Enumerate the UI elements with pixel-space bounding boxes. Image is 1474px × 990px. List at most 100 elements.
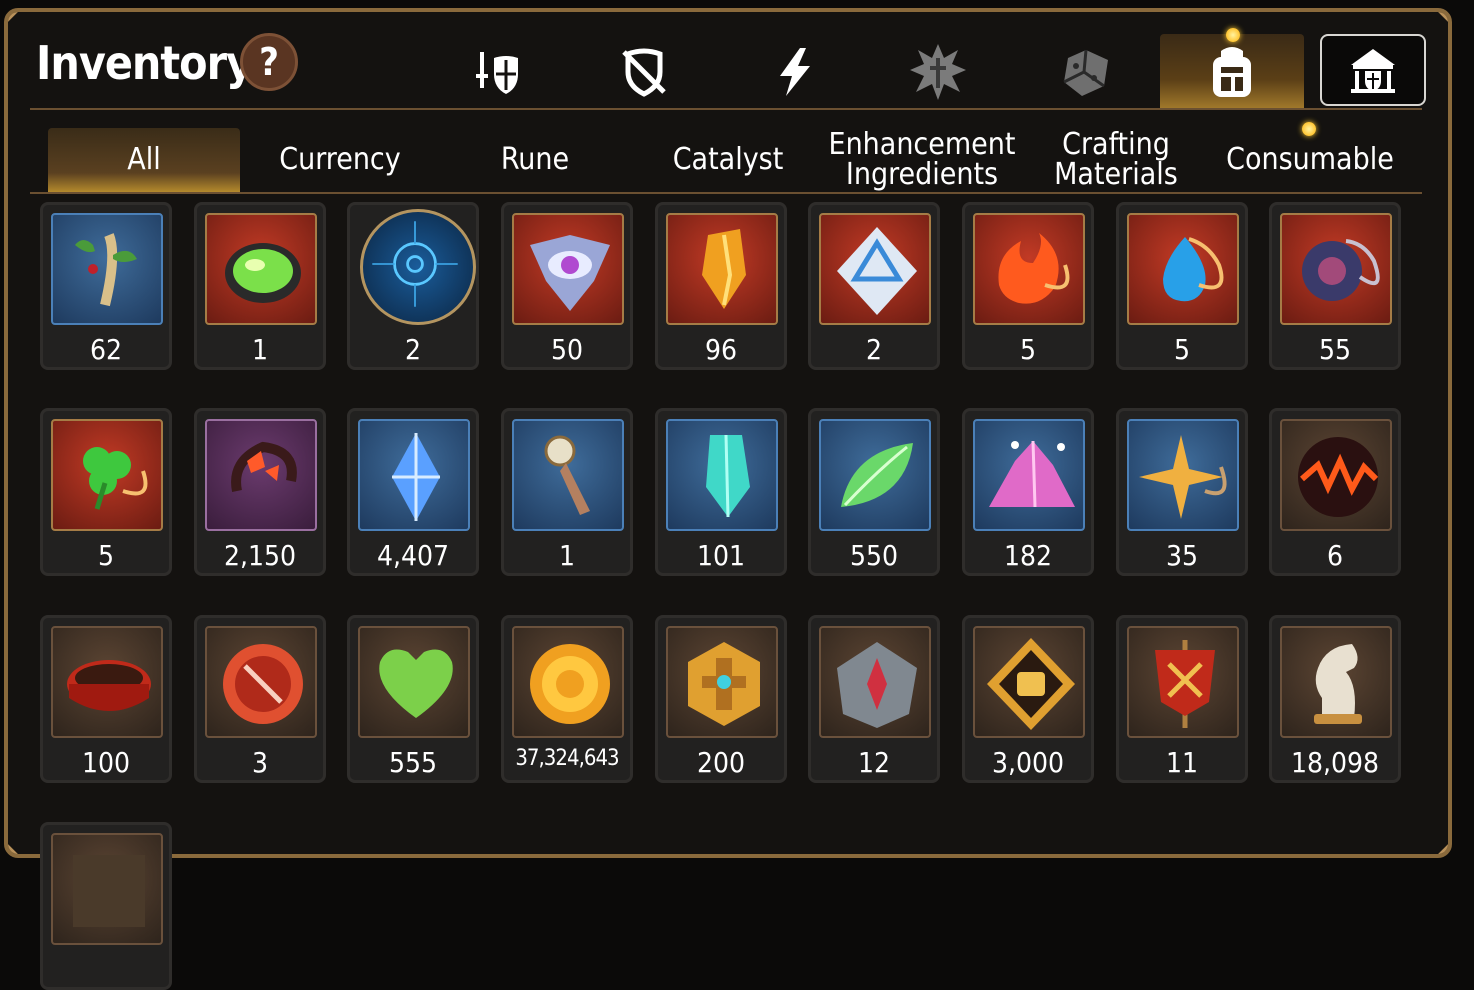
frame-corner [8, 12, 18, 22]
item-art [973, 213, 1085, 325]
item-art [51, 419, 163, 531]
item-count: 2,150 [223, 539, 297, 572]
item-count: 5 [1173, 333, 1191, 366]
inventory-item[interactable]: 200 [655, 615, 787, 783]
item-count: 50 [550, 333, 584, 366]
item-art [358, 626, 470, 738]
green-heart-icon [379, 649, 453, 718]
inventory-item[interactable]: 4,407 [347, 408, 479, 576]
backpack-tab-active[interactable] [1160, 28, 1304, 110]
inventory-item[interactable]: 96 [655, 202, 787, 370]
rune-splash-icon[interactable] [906, 40, 970, 104]
item-art [205, 626, 317, 738]
item-art [205, 213, 317, 325]
inventory-item[interactable]: 50 [501, 202, 633, 370]
inventory-item[interactable]: 555 [347, 615, 479, 783]
castle-icon [1351, 49, 1395, 93]
item-art [1127, 626, 1239, 738]
dice-icon[interactable] [1054, 40, 1118, 104]
green-leaf-icon [841, 443, 913, 507]
frame-corner [8, 844, 18, 854]
dark-ring-pendant-icon [1302, 239, 1380, 301]
inventory-item[interactable]: 37,324,643 [501, 615, 633, 783]
tab-enhancement-ingredients[interactable]: Enhancement Ingredients [826, 128, 1018, 192]
inventory-item[interactable]: 550 [808, 408, 940, 576]
item-art [51, 626, 163, 738]
inventory-item[interactable]: 35 [1116, 408, 1248, 576]
inventory-item[interactable]: 3 [194, 615, 326, 783]
inventory-item[interactable]: 2 [808, 202, 940, 370]
castle-button[interactable] [1320, 34, 1426, 106]
blue-diamond-rune-icon [837, 227, 917, 315]
item-count: 5 [97, 539, 115, 572]
inventory-item[interactable]: 101 [655, 408, 787, 576]
ginseng-root-icon [75, 233, 137, 307]
item-art [819, 419, 931, 531]
item-art [358, 419, 470, 531]
item-count: 2 [404, 333, 422, 366]
crossed-shield-icon[interactable] [612, 40, 676, 104]
inventory-item[interactable]: 2,150 [194, 408, 326, 576]
tab-label: Enhancement Ingredients [828, 127, 1016, 192]
inventory-item[interactable]: 11 [1116, 615, 1248, 783]
tab-all[interactable]: All [48, 128, 240, 192]
item-art [512, 213, 624, 325]
item-art [666, 419, 778, 531]
inventory-item[interactable]: 62 [40, 202, 172, 370]
item-art [819, 213, 931, 325]
star-pendant-icon [1139, 435, 1227, 519]
pink-ore-icon [989, 440, 1075, 508]
frame-corner [1438, 12, 1448, 22]
inventory-item[interactable]: 2 [347, 202, 479, 370]
inventory-item[interactable] [40, 822, 172, 990]
inventory-item[interactable]: 55 [1269, 202, 1401, 370]
tab-currency[interactable]: Currency [244, 128, 436, 192]
item-count: 2 [865, 333, 883, 366]
red-bracelet-icon [67, 660, 151, 711]
notification-dot [1302, 122, 1316, 136]
inventory-item[interactable]: 12 [808, 615, 940, 783]
item-count: 62 [89, 333, 123, 366]
teal-crystal-icon [706, 434, 750, 518]
inventory-item[interactable]: 100 [40, 615, 172, 783]
item-art [1127, 419, 1239, 531]
item-count: 1 [558, 539, 576, 572]
horse-chess-icon [1314, 644, 1362, 724]
inventory-item[interactable]: 5 [962, 202, 1094, 370]
tab-label: Catalyst [672, 142, 784, 177]
partial-item-icon [73, 855, 145, 927]
item-count: 11 [1165, 746, 1199, 779]
fist-badge-icon [987, 638, 1075, 730]
item-art [512, 419, 624, 531]
tab-catalyst[interactable]: Catalyst [632, 128, 824, 192]
amber-crystal-icon [702, 229, 746, 309]
item-count: 55 [1318, 333, 1352, 366]
lightning-icon[interactable] [762, 40, 826, 104]
item-art [666, 626, 778, 738]
guild-knight-icon[interactable] [466, 40, 530, 104]
help-button[interactable]: ? [240, 33, 298, 91]
item-art [973, 626, 1085, 738]
item-art [819, 626, 931, 738]
item-count: 555 [388, 746, 438, 779]
item-art [51, 833, 163, 945]
item-count: 1 [251, 333, 269, 366]
item-count: 12 [857, 746, 891, 779]
stone-compass-icon [837, 642, 917, 728]
inventory-item[interactable]: 5 [40, 408, 172, 576]
item-count: 4,407 [376, 539, 450, 572]
item-count: 3,000 [991, 746, 1065, 779]
inventory-item[interactable]: 5 [1116, 202, 1248, 370]
tab-rune[interactable]: Rune [440, 128, 630, 192]
tab-consumable[interactable]: Consumable [1210, 122, 1410, 192]
inventory-item[interactable]: 1 [194, 202, 326, 370]
inventory-item[interactable]: 18,098 [1269, 615, 1401, 783]
inventory-item[interactable]: 6 [1269, 408, 1401, 576]
inventory-item[interactable]: 182 [962, 408, 1094, 576]
inventory-item[interactable]: 1 [501, 408, 633, 576]
item-art [1280, 213, 1392, 325]
inventory-item[interactable]: 3,000 [962, 615, 1094, 783]
item-count: 6 [1326, 539, 1344, 572]
item-art [1127, 213, 1239, 325]
tab-crafting-materials[interactable]: Crafting Materials [1040, 128, 1192, 192]
